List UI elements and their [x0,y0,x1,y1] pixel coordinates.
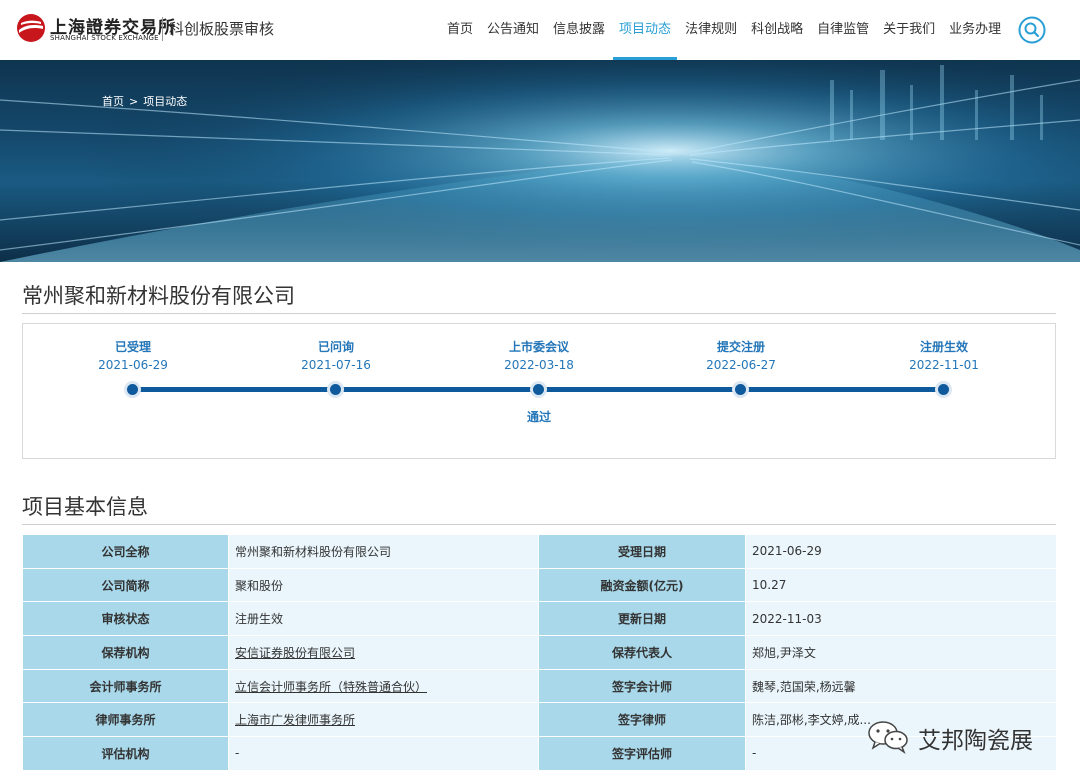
timeline-step-label: 注册生效 [919,340,968,354]
field-value: 郑旭,尹泽文 [745,635,1057,670]
field-value: 2021-06-29 [745,534,1057,569]
logo-divider [162,17,163,41]
field-label: 签字评估师 [538,736,746,771]
table-row: 审核状态 注册生效 更新日期 2022-11-03 [22,601,1057,637]
field-value: 魏琴,范国荣,杨远馨 [745,668,1057,704]
field-label: 受理日期 [538,534,746,569]
sse-logo-icon[interactable] [16,13,46,43]
nav-item-rules[interactable]: 法律规则 [679,0,743,60]
field-label: 保荐机构 [22,635,229,670]
timeline-step-date: 2021-06-29 [98,358,168,372]
company-name-heading: 常州聚和新材料股份有限公司 [22,284,295,308]
field-label: 融资金额(亿元) [538,567,746,603]
section-divider [22,524,1056,525]
wechat-icon [868,721,908,754]
site-title[interactable]: 科创板股票审核 [169,18,274,39]
sponsor-link-cell: 安信证券股份有限公司 [228,635,539,670]
timeline-step-date: 2022-06-27 [706,358,776,372]
title-divider [22,313,1056,314]
breadcrumb-separator: > [129,95,139,108]
nav-item-project-updates[interactable]: 项目动态 [613,0,678,60]
field-label: 公司简称 [22,567,229,603]
field-label: 审核状态 [22,601,229,637]
timeline-step-label: 提交注册 [716,340,765,354]
hero-banner: 首页 > 项目动态 [0,60,1080,262]
timeline-dot [124,381,141,398]
field-value: 2022-11-03 [745,601,1057,637]
timeline-step-date: 2022-03-18 [504,358,574,372]
field-value: 10.27 [745,567,1057,603]
timeline-meeting-result: 通过 [526,410,551,424]
basic-info-heading: 项目基本信息 [22,495,148,519]
accounting-firm-link-cell: 立信会计师事务所（特殊普通合伙） [228,668,539,704]
nav-item-about[interactable]: 关于我们 [877,0,941,60]
breadcrumb-home[interactable]: 首页 [102,93,124,109]
accounting-firm-link[interactable]: 立信会计师事务所（特殊普通合伙） [235,680,427,694]
table-row: 保荐机构 安信证券股份有限公司 保荐代表人 郑旭,尹泽文 [22,635,1057,670]
field-value: 常州聚和新材料股份有限公司 [228,534,539,569]
timeline-step-date: 2021-07-16 [301,358,371,372]
timeline-step-listing-committee: 上市委会议 2022-03-18 [469,338,609,372]
timeline-step-label: 上市委会议 [508,340,569,354]
timeline-step-date: 2022-11-01 [909,358,979,372]
sponsor-link[interactable]: 安信证券股份有限公司 [235,646,355,660]
timeline-step-inquiry: 已问询 2021-07-16 [266,338,406,372]
field-label: 评估机构 [22,736,229,771]
field-label: 签字会计师 [538,668,746,704]
timeline-step-label: 已受理 [114,340,151,354]
logo-text-en: SHANGHAI STOCK EXCHANGE [50,34,159,42]
field-label: 律师事务所 [22,702,229,738]
table-row: 会计师事务所 立信会计师事务所（特殊普通合伙） 签字会计师 魏琴,范国荣,杨远馨 [22,668,1057,704]
nav-item-regulation[interactable]: 自律监管 [811,0,875,60]
field-value: 注册生效 [228,601,539,637]
timeline-dot [935,381,952,398]
table-row: 公司全称 常州聚和新材料股份有限公司 受理日期 2021-06-29 [22,534,1057,569]
review-progress-timeline: 已受理 2021-06-29 已问询 2021-07-16 上市委会议 2022… [22,323,1056,459]
timeline-step-submit-registration: 提交注册 2022-06-27 [671,338,811,372]
nav-item-announcements[interactable]: 公告通知 [481,0,545,60]
field-value: - [228,736,539,771]
main-nav: 首页 公告通知 信息披露 项目动态 法律规则 科创战略 自律监管 关于我们 业务… [440,0,1008,60]
banner-tunnel-image [0,60,1080,262]
nav-item-strategy[interactable]: 科创战略 [745,0,809,60]
timeline-dot [327,381,344,398]
nav-item-disclosure[interactable]: 信息披露 [547,0,611,60]
field-label: 会计师事务所 [22,668,229,704]
site-header: 上海證券交易所 SHANGHAI STOCK EXCHANGE 科创板股票审核 … [0,0,1080,60]
breadcrumb: 首页 > 项目动态 [102,93,187,109]
law-firm-link[interactable]: 上海市广发律师事务所 [235,713,355,727]
nav-item-services[interactable]: 业务办理 [943,0,1007,60]
field-label: 公司全称 [22,534,229,569]
table-row: 公司简称 聚和股份 融资金额(亿元) 10.27 [22,567,1057,603]
law-firm-link-cell: 上海市广发律师事务所 [228,702,539,738]
field-label: 签字律师 [538,702,746,738]
field-label: 更新日期 [538,601,746,637]
search-icon[interactable] [1018,16,1046,44]
nav-item-home[interactable]: 首页 [441,0,479,60]
timeline-step-registration-effective: 注册生效 2022-11-01 [874,338,1014,372]
field-value: 聚和股份 [228,567,539,603]
breadcrumb-current: 项目动态 [143,95,188,108]
timeline-step-label: 已问询 [317,340,354,354]
field-label: 保荐代表人 [538,635,746,670]
watermark-text: 艾邦陶瓷展 [918,728,1033,754]
timeline-dot [732,381,749,398]
timeline-dot [530,381,547,398]
timeline-step-accepted: 已受理 2021-06-29 [63,338,203,372]
